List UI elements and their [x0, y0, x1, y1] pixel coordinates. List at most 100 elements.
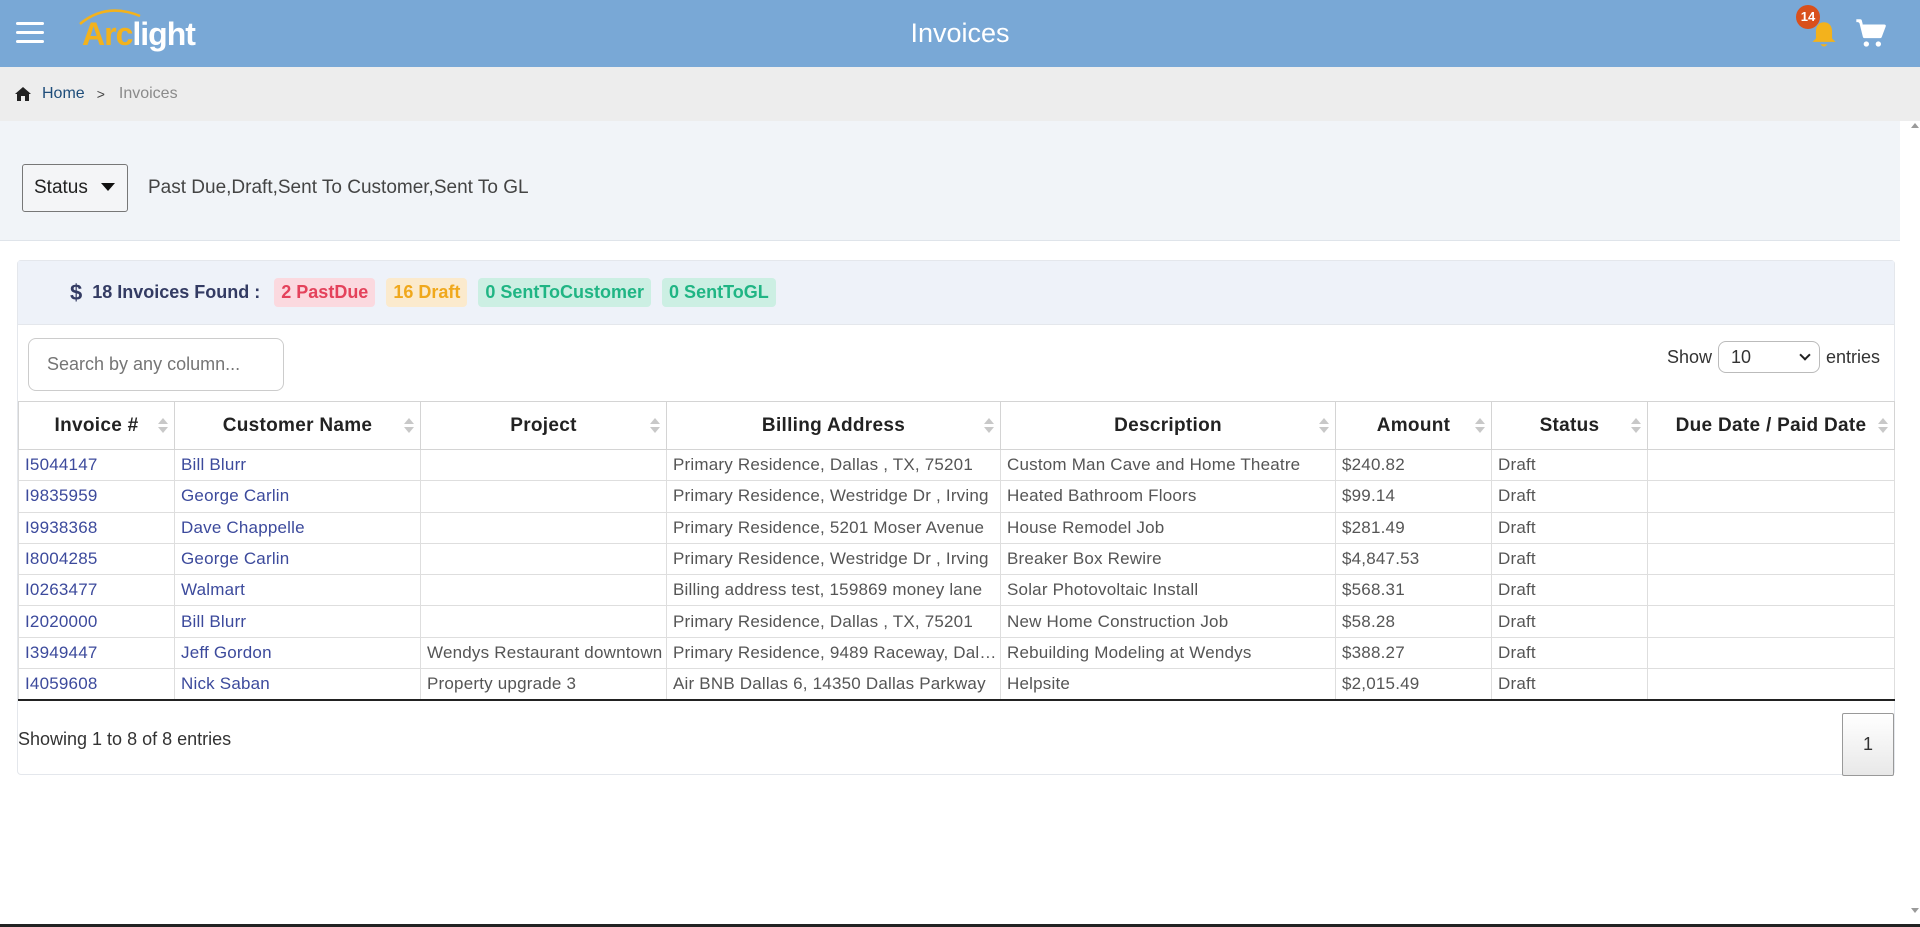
column-header-project[interactable]: Project — [420, 401, 667, 450]
sort-arrows-icon[interactable] — [404, 418, 414, 434]
entries-label: entries — [1825, 346, 1880, 367]
cell-invoice[interactable]: I2020000 — [18, 605, 175, 638]
shopping-cart-icon[interactable] — [1855, 18, 1887, 50]
breadcrumb-separator: > — [96, 86, 105, 102]
table-row[interactable]: I3949447 Jeff Gordon Wendys Restaurant dow… — [18, 636, 1895, 670]
cell-status: Draft — [1491, 605, 1648, 638]
invoice-summary: $ 18 Invoices Found : 2 PastDue 16 Draft… — [18, 261, 1894, 325]
cell-amount: $4,847.53 — [1335, 542, 1492, 576]
cell-amount: $240.82 — [1335, 448, 1492, 482]
draft-badge[interactable]: 16 Draft — [386, 278, 468, 307]
top-header: Arclight Invoices 14 — [0, 0, 1920, 67]
search-input[interactable] — [28, 338, 284, 391]
sort-arrows-icon[interactable] — [158, 418, 168, 434]
vertical-scrollbar[interactable] — [1903, 121, 1920, 927]
cell-customer[interactable]: George Carlin — [174, 480, 421, 513]
pagination-page-1-button[interactable]: 1 — [1842, 713, 1894, 776]
cell-status: Draft — [1491, 574, 1648, 607]
table-row[interactable]: I9938368 Dave Chappelle Primary Residence,… — [18, 511, 1895, 544]
cell-date — [1647, 668, 1895, 701]
cell-customer[interactable]: Bill Blurr — [174, 448, 421, 482]
cell-date — [1647, 542, 1895, 576]
column-header-billing-address[interactable]: Billing Address — [666, 401, 1001, 450]
show-label: Show — [1666, 346, 1712, 367]
column-header-label: Invoice # — [54, 414, 139, 436]
cell-date — [1647, 448, 1895, 482]
column-header-label: Project — [510, 414, 577, 436]
filter-bar: Status Past Due,Draft,Sent To Customer,S… — [0, 121, 1900, 241]
status-filter-dropdown[interactable]: Status — [22, 164, 128, 212]
table-row[interactable]: I4059608 Nick Saban Property upgrade 3 Air … — [18, 668, 1895, 701]
column-header-status[interactable]: Status — [1491, 401, 1648, 450]
cell-amount: $388.27 — [1335, 636, 1492, 670]
cell-invoice[interactable]: I9835959 — [18, 480, 175, 513]
sort-arrows-icon[interactable] — [1475, 418, 1485, 434]
scroll-up-arrow-icon[interactable] — [1911, 123, 1919, 128]
column-header-label: Description — [1114, 414, 1222, 436]
sort-arrows-icon[interactable] — [1319, 418, 1329, 434]
notification-badge[interactable]: 14 — [1796, 5, 1820, 29]
breadcrumb-home-link[interactable]: Home — [42, 85, 85, 103]
cell-invoice[interactable]: I4059608 — [18, 668, 175, 701]
sort-arrows-icon[interactable] — [650, 418, 660, 434]
sort-arrows-icon[interactable] — [1631, 418, 1641, 434]
cell-customer[interactable]: Nick Saban — [174, 668, 421, 701]
cell-address: Primary Residence, 9489 Raceway, Dallas — [666, 636, 1001, 670]
home-icon — [15, 87, 31, 101]
cell-address: Primary Residence, Dallas , TX, 75201 — [666, 605, 1001, 638]
cell-status: Draft — [1491, 636, 1648, 670]
scroll-down-arrow-icon[interactable] — [1911, 908, 1919, 913]
page-size-select[interactable]: 10 — [1717, 341, 1820, 373]
cell-status: Draft — [1491, 480, 1648, 513]
showing-entries-text: Showing 1 to 8 of 8 entries — [18, 729, 232, 749]
sort-arrows-icon[interactable] — [1878, 418, 1888, 434]
table-row[interactable]: I2020000 Bill Blurr Primary Residence, Dal… — [18, 605, 1895, 638]
cell-customer[interactable]: Bill Blurr — [174, 605, 421, 638]
column-header-description[interactable]: Description — [1000, 401, 1336, 450]
table-row[interactable]: I9835959 George Carlin Primary Residence, … — [18, 480, 1895, 513]
cell-customer[interactable]: George Carlin — [174, 542, 421, 576]
invoices-card: $ 18 Invoices Found : 2 PastDue 16 Draft… — [17, 260, 1895, 776]
cell-address: Primary Residence, Westridge Dr , Irving — [666, 480, 1001, 513]
sent-to-customer-badge[interactable]: 0 SentToCustomer — [478, 278, 652, 307]
cell-project: Property upgrade 3 — [420, 668, 667, 701]
cell-description: Solar Photovoltaic Install — [1000, 574, 1336, 607]
column-header-label: Customer Name — [222, 414, 373, 436]
page-title: Invoices — [910, 18, 1010, 48]
column-header-label: Billing Address — [761, 414, 906, 436]
cell-description: Heated Bathroom Floors — [1000, 480, 1336, 513]
invoices-found-text: 18 Invoices Found : — [92, 282, 261, 302]
cell-customer[interactable]: Jeff Gordon — [174, 636, 421, 670]
sent-to-gl-badge[interactable]: 0 SentToGL — [662, 278, 776, 307]
cell-description: Breaker Box Rewire — [1000, 542, 1336, 576]
cell-address: Billing address test, 159869 money lane — [666, 574, 1001, 607]
column-header-due-date[interactable]: Due Date / Paid Date — [1647, 401, 1895, 450]
cell-description: Custom Man Cave and Home Theatre — [1000, 448, 1336, 482]
cell-description: House Remodel Job — [1000, 511, 1336, 544]
cell-invoice[interactable]: I8004285 — [18, 542, 175, 576]
cell-project — [420, 448, 667, 482]
table-row[interactable]: I0263477 Walmart Billing address test, 159… — [18, 574, 1895, 607]
cell-invoice[interactable]: I0263477 — [18, 574, 175, 607]
cell-amount: $2,015.49 — [1335, 668, 1492, 701]
cell-date — [1647, 574, 1895, 607]
table-row[interactable]: I8004285 George Carlin Primary Residence, … — [18, 542, 1895, 576]
table-row[interactable]: I5044147 Bill Blurr Primary Residence, Dal… — [18, 448, 1895, 482]
caret-down-icon — [101, 183, 115, 191]
cell-date — [1647, 605, 1895, 638]
page-size-value: 10 — [1730, 346, 1751, 367]
pastdue-badge[interactable]: 2 PastDue — [274, 278, 376, 307]
cell-status: Draft — [1491, 542, 1648, 576]
cell-customer[interactable]: Dave Chappelle — [174, 511, 421, 544]
sort-arrows-icon[interactable] — [984, 418, 994, 434]
column-header-amount[interactable]: Amount — [1335, 401, 1492, 450]
column-header-customer-name[interactable]: Customer Name — [174, 401, 421, 450]
cell-invoice[interactable]: I5044147 — [18, 448, 175, 482]
selected-status-text: Past Due,Draft,Sent To Customer,Sent To … — [148, 177, 529, 198]
cell-invoice[interactable]: I9938368 — [18, 511, 175, 544]
cell-description: Helpsite — [1000, 668, 1336, 701]
cell-address: Primary Residence, Westridge Dr , Irving — [666, 542, 1001, 576]
column-header-invoice[interactable]: Invoice # — [18, 401, 175, 450]
cell-customer[interactable]: Walmart — [174, 574, 421, 607]
cell-invoice[interactable]: I3949447 — [18, 636, 175, 670]
